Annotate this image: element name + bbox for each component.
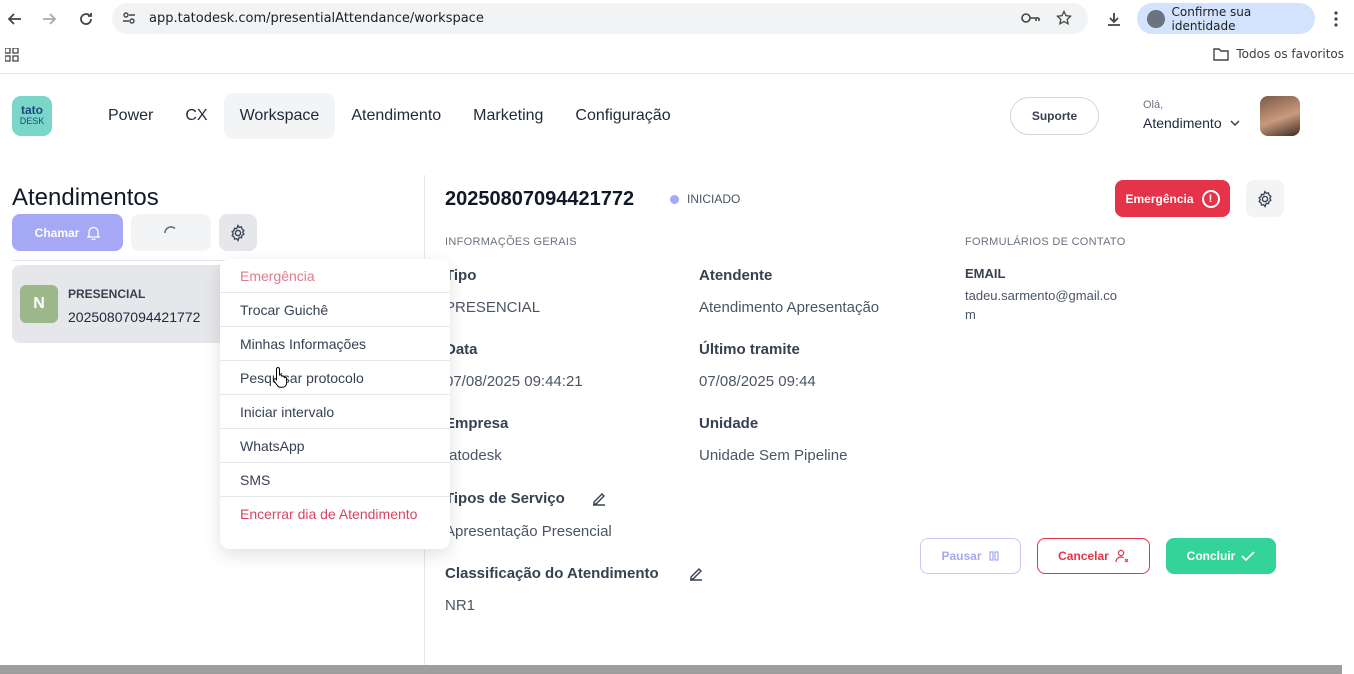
- status-badge: INICIADO: [670, 192, 740, 206]
- menu-item-trocar-guiche[interactable]: Trocar Guichê: [220, 293, 450, 327]
- menu-item-whatsapp[interactable]: WhatsApp: [220, 429, 450, 463]
- nav-power[interactable]: Power: [92, 93, 169, 139]
- complete-label: Concluir: [1186, 549, 1236, 563]
- nav-marketing[interactable]: Marketing: [457, 93, 559, 139]
- ultimo-tramite-value: 07/08/2025 09:44: [699, 373, 816, 390]
- settings-button[interactable]: [219, 214, 257, 251]
- user-avatar[interactable]: [1260, 96, 1300, 136]
- settings-dropdown-menu: Emergência Trocar Guichê Minhas Informaç…: [220, 259, 450, 549]
- bookmarks-bar: Todos os favoritos: [0, 38, 1354, 74]
- status-dot: [670, 194, 679, 204]
- tipos-servico-label: Tipos de Serviço: [445, 490, 565, 507]
- key-icon[interactable]: [1021, 11, 1041, 30]
- back-icon[interactable]: [5, 9, 25, 29]
- reload-icon[interactable]: [76, 9, 96, 29]
- unidade-value: Unidade Sem Pipeline: [699, 447, 848, 464]
- check-icon: [1241, 551, 1255, 562]
- menu-item-minhas-informacoes[interactable]: Minhas Informações: [220, 327, 450, 361]
- atendente-value: Atendimento Apresentação: [699, 299, 880, 316]
- menu-item-sms[interactable]: SMS: [220, 463, 450, 497]
- email-label: EMAIL: [965, 266, 1006, 281]
- all-bookmarks-label: Todos os favoritos: [1236, 47, 1344, 61]
- profile-avatar: [1147, 9, 1165, 28]
- detail-settings-button[interactable]: [1246, 180, 1284, 217]
- emergency-label: Emergência: [1125, 191, 1194, 206]
- card-number: 20250807094421772: [68, 309, 201, 325]
- bell-icon: [87, 226, 101, 240]
- apps-icon[interactable]: [4, 47, 19, 67]
- folder-icon: [1213, 47, 1230, 61]
- site-info-icon[interactable]: [122, 11, 136, 30]
- nav-configuracao[interactable]: Configuração: [559, 93, 686, 139]
- atendente-label: Atendente: [699, 267, 773, 284]
- edit-icon[interactable]: [688, 566, 704, 582]
- attendance-card[interactable]: N PRESENCIAL 20250807094421772: [12, 265, 232, 343]
- nav-atendimento[interactable]: Atendimento: [335, 93, 457, 139]
- tatodesk-logo[interactable]: tato DESK: [12, 96, 52, 136]
- unidade-label: Unidade: [699, 415, 759, 432]
- call-label: Chamar: [34, 225, 80, 240]
- loading-button[interactable]: [131, 214, 211, 251]
- download-icon[interactable]: [1104, 9, 1124, 29]
- empresa-label: Empresa: [445, 415, 509, 432]
- support-button[interactable]: Suporte: [1010, 97, 1099, 135]
- card-initial: N: [20, 285, 58, 323]
- menu-item-encerrar-dia[interactable]: Encerrar dia de Atendimento: [220, 497, 450, 531]
- user-menu[interactable]: Atendimento: [1143, 115, 1240, 131]
- protocol-number: 20250807094421772: [445, 188, 635, 210]
- menu-item-emergencia[interactable]: Emergência: [220, 259, 450, 293]
- card-type: PRESENCIAL: [68, 287, 146, 301]
- menu-item-iniciar-intervalo[interactable]: Iniciar intervalo: [220, 395, 450, 429]
- more-menu-icon[interactable]: [1326, 9, 1346, 29]
- identity-label: Confirme sua identidade: [1171, 4, 1252, 33]
- identity-button[interactable]: Confirme sua identidade: [1137, 3, 1315, 34]
- complete-button[interactable]: Concluir: [1166, 538, 1276, 574]
- cancel-button[interactable]: Cancelar: [1037, 538, 1150, 574]
- url-text[interactable]: app.tatodesk.com/presentialAttendance/wo…: [149, 11, 484, 26]
- hand-cursor-icon: [273, 366, 288, 388]
- general-info-title: INFORMAÇÕES GERAIS: [445, 236, 577, 248]
- pause-button[interactable]: Pausar: [920, 538, 1021, 574]
- nav-cx[interactable]: CX: [169, 93, 223, 139]
- pause-icon: [988, 551, 999, 561]
- call-button[interactable]: Chamar: [12, 214, 123, 251]
- browser-toolbar: app.tatodesk.com/presentialAttendance/wo…: [0, 0, 1354, 38]
- horizontal-scrollbar[interactable]: [0, 665, 1342, 674]
- top-nav: Power CX Workspace Atendimento Marketing…: [92, 93, 687, 139]
- app: tato DESK Power CX Workspace Atendimento…: [0, 75, 1354, 674]
- logo-bottom: DESK: [19, 116, 45, 126]
- address-bar[interactable]: app.tatodesk.com/presentialAttendance/wo…: [112, 3, 1088, 34]
- user-name: Atendimento: [1143, 115, 1222, 131]
- gear-icon: [231, 223, 245, 242]
- star-icon[interactable]: [1056, 9, 1072, 31]
- status-text: INICIADO: [687, 192, 741, 206]
- data-value: 07/08/2025 09:44:21: [445, 373, 583, 390]
- tipos-servico-value: Apresentação Presencial: [445, 523, 612, 540]
- menu-item-pesquisar-protocolo[interactable]: Pesquisar protocolo: [220, 361, 450, 395]
- gear-icon: [1258, 189, 1272, 208]
- panel-title: Atendimentos: [12, 184, 159, 211]
- user-remove-icon: [1115, 549, 1129, 563]
- greeting: Olá,: [1143, 99, 1164, 111]
- email-value: tadeu.sarmento@gmail.com: [965, 288, 1117, 322]
- pause-label: Pausar: [941, 549, 982, 563]
- attendance-detail-panel: 20250807094421772 INICIADO Emergência ! …: [445, 175, 1354, 674]
- contact-forms-title: FORMULÁRIOS DE CONTATO: [965, 236, 1126, 248]
- emergency-button[interactable]: Emergência !: [1115, 180, 1230, 217]
- tipo-value: PRESENCIAL: [445, 299, 541, 316]
- logo-top: tato: [21, 103, 43, 117]
- forward-icon[interactable]: [39, 9, 59, 29]
- edit-icon[interactable]: [591, 491, 607, 507]
- cancel-label: Cancelar: [1058, 549, 1109, 563]
- chevron-down-icon: [1230, 120, 1240, 126]
- empresa-value: tatodesk: [445, 447, 502, 464]
- classificacao-label: Classificação do Atendimento: [445, 565, 659, 582]
- alert-icon: !: [1201, 189, 1220, 208]
- classificacao-value: NR1: [445, 597, 476, 614]
- all-bookmarks[interactable]: Todos os favoritos: [1213, 47, 1344, 61]
- spinner-icon: [164, 225, 176, 233]
- ultimo-tramite-label: Último tramite: [699, 341, 800, 358]
- nav-workspace[interactable]: Workspace: [223, 93, 336, 139]
